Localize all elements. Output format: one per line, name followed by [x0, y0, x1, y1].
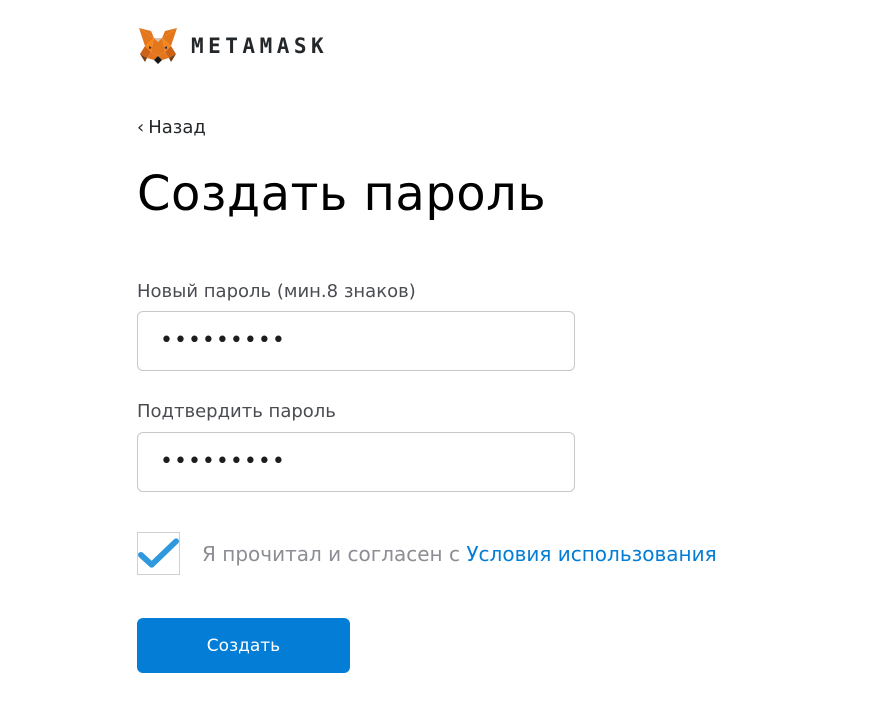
terms-checkbox[interactable]: [137, 532, 180, 575]
terms-prefix: Я прочитал и согласен с: [202, 541, 467, 566]
page-title: Создать пароль: [137, 166, 547, 222]
chevron-left-icon: ‹: [137, 117, 145, 138]
checkmark-icon: [138, 537, 179, 568]
new-password-label: Новый пароль (мин.8 знаков): [137, 281, 416, 302]
brand-header: METAMASK: [137, 26, 328, 66]
new-password-value: •••••••••: [160, 328, 286, 353]
terms-row: Я прочитал и согласен с Условия использо…: [137, 532, 717, 575]
confirm-password-input[interactable]: •••••••••: [137, 432, 575, 492]
new-password-input[interactable]: •••••••••: [137, 311, 575, 371]
back-link-label: Назад: [148, 117, 206, 138]
terms-of-use-link[interactable]: Условия использования: [466, 542, 716, 566]
back-link[interactable]: ‹ Назад: [137, 117, 206, 138]
terms-text: Я прочитал и согласен с Условия использо…: [202, 542, 717, 566]
confirm-password-value: •••••••••: [160, 449, 286, 474]
create-password-page: METAMASK ‹ Назад Создать пароль Новый па…: [0, 0, 887, 722]
create-button[interactable]: Создать: [137, 618, 350, 673]
fox-logo-icon: [139, 28, 177, 64]
brand-wordmark: METAMASK: [191, 34, 329, 58]
confirm-password-label: Подтвердить пароль: [137, 401, 336, 422]
